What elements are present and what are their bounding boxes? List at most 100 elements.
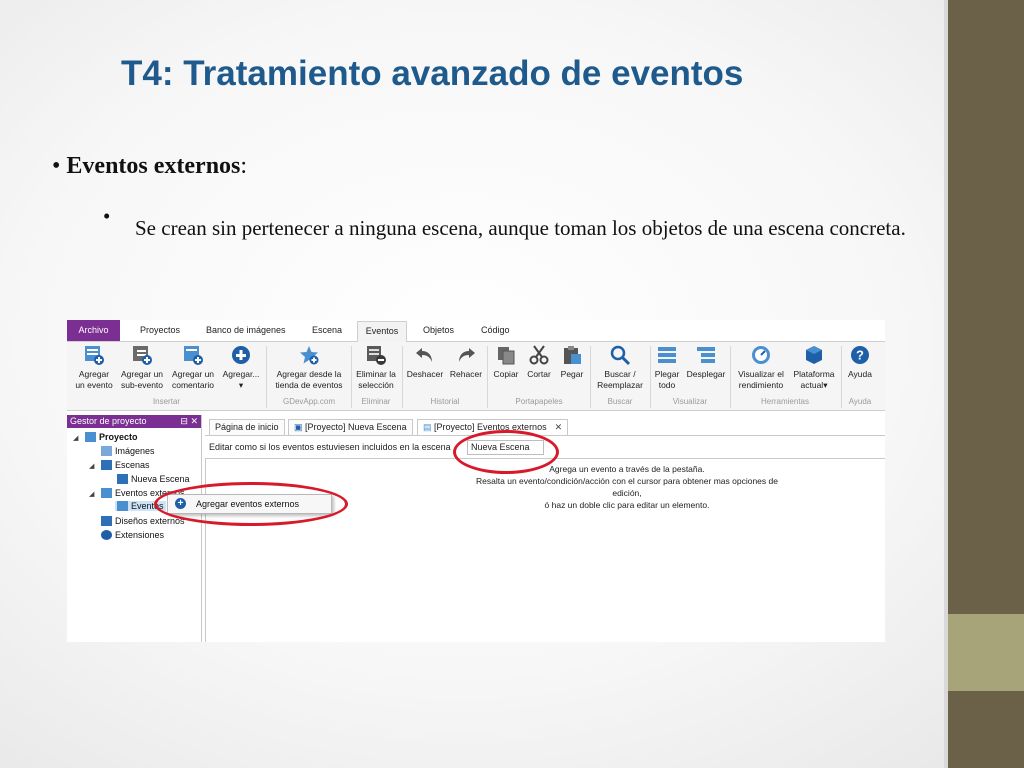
menu-proyectos[interactable]: Proyectos	[140, 325, 180, 335]
search-replace-label-2: Reemplazar	[597, 380, 643, 390]
add-comment-button[interactable]: Agregar un comentario	[168, 344, 218, 391]
gdevelop-window: Archivo Proyectos Banco de imágenes Esce…	[67, 320, 885, 642]
group-historial: Historial	[430, 397, 460, 406]
tab-nueva-escena[interactable]: ▣ [Proyecto] Nueva Escena	[288, 419, 413, 435]
performance-icon	[750, 344, 772, 366]
add-event-label: Agregar	[78, 369, 110, 379]
panel-title: Gestor de proyecto	[70, 416, 147, 426]
menu-banco-imagenes[interactable]: Banco de imágenes	[206, 325, 286, 335]
external-layouts-icon	[101, 516, 112, 526]
add-comment-icon	[182, 344, 204, 366]
group-portapapeles: Portapapeles	[515, 397, 563, 406]
menu-archivo[interactable]: Archivo	[67, 320, 120, 341]
bullet-eventos-externos: • Eventos externos:	[52, 153, 248, 179]
scene-tab-icon: ▣	[294, 422, 306, 432]
add-subevent-button[interactable]: Agregar un sub-evento	[117, 344, 167, 391]
tree-item-disenos-externos[interactable]: Diseños externos	[101, 516, 185, 526]
group-ayuda: Ayuda	[848, 397, 872, 406]
redo-label: Rehacer	[449, 369, 483, 379]
menu-codigo[interactable]: Código	[481, 325, 510, 335]
platform-icon	[803, 344, 825, 366]
tree-item-proyecto[interactable]: Proyecto	[85, 432, 138, 442]
cut-label: Cortar	[527, 369, 551, 379]
tree-label: Imágenes	[115, 446, 155, 456]
add-more-icon	[230, 344, 252, 366]
search-replace-icon	[609, 344, 631, 366]
copy-icon	[495, 344, 517, 366]
paste-button[interactable]: Pegar	[555, 344, 589, 380]
sub-bullet-dot: •	[103, 204, 111, 228]
close-icon[interactable]: ✕	[555, 422, 563, 432]
undo-button[interactable]: Deshacer	[404, 344, 446, 380]
copy-label: Copiar	[493, 369, 519, 379]
fold-all-icon	[656, 344, 678, 366]
tree-item-imagenes[interactable]: Imágenes	[101, 446, 155, 456]
redo-button[interactable]: Rehacer	[446, 344, 486, 380]
menu-bar: Archivo Proyectos Banco de imágenes Esce…	[67, 320, 885, 342]
images-icon	[101, 446, 112, 456]
paste-icon	[561, 344, 583, 366]
menu-eventos[interactable]: Eventos	[357, 321, 407, 342]
tab-pagina-inicio[interactable]: Página de inicio	[209, 419, 285, 435]
cut-button[interactable]: Cortar	[523, 344, 555, 380]
tree-item-extensiones[interactable]: Extensiones	[101, 530, 164, 540]
expand-arrow-icon[interactable]: ◢	[89, 462, 94, 470]
highlight-oval-scene	[453, 430, 559, 474]
group-gdevapp: GDevApp.com	[282, 397, 336, 406]
unfold-button[interactable]: Desplegar	[683, 344, 729, 380]
add-event-button[interactable]: Agregar un evento	[71, 344, 117, 391]
paste-label: Pegar	[560, 369, 584, 379]
event-store-label-2: tienda de eventos	[275, 380, 343, 390]
add-more-button[interactable]: Agregar... ▾	[218, 344, 264, 391]
delete-selection-button[interactable]: Eliminar la selección	[352, 344, 400, 391]
search-replace-button[interactable]: Buscar / Reemplazar	[592, 344, 648, 391]
add-comment-label-2: comentario	[171, 380, 215, 390]
tree-item-nueva-escena[interactable]: Nueva Escena	[117, 474, 190, 484]
performance-button[interactable]: Visualizar el rendimiento	[732, 344, 790, 391]
ribbon-separator	[402, 346, 403, 408]
tree-label: Nueva Escena	[131, 474, 190, 484]
events-icon	[117, 501, 128, 511]
panel-header: Gestor de proyecto ⊟ ✕	[67, 415, 201, 428]
slide-title: T4: Tratamiento avanzado de eventos	[121, 54, 744, 93]
project-manager-panel: Gestor de proyecto ⊟ ✕ ◢ Proyecto Imágen…	[67, 415, 202, 642]
help-button[interactable]: ? Ayuda	[843, 344, 877, 380]
fold-all-label: Plegar	[654, 369, 680, 379]
sub-bullet-text: Se crean sin pertenecer a ninguna escena…	[135, 216, 906, 240]
decorative-sidebar-accent	[948, 614, 1024, 691]
add-more-dropdown: ▾	[238, 380, 244, 390]
add-more-label: Agregar...	[222, 369, 260, 379]
help-label: Ayuda	[848, 369, 872, 379]
help-icon: ?	[849, 344, 871, 366]
platform-button[interactable]: Plataforma actual▾	[790, 344, 838, 391]
add-subevent-label-2: sub-evento	[120, 380, 164, 390]
fold-all-button[interactable]: Plegar todo	[651, 344, 683, 391]
unfold-label: Desplegar	[686, 369, 726, 379]
delete-selection-label-2: selección	[358, 380, 394, 390]
panel-window-buttons[interactable]: ⊟ ✕	[180, 415, 198, 428]
tree-label: Extensiones	[115, 530, 165, 540]
bullet-heading: Eventos externos	[66, 153, 241, 179]
menu-escena[interactable]: Escena	[312, 325, 342, 335]
delete-selection-label: Eliminar la	[356, 369, 396, 379]
hint-line-3: ó haz un doble clic para editar un eleme…	[544, 500, 710, 510]
highlight-oval-context	[154, 482, 348, 526]
ribbon-toolbar: Agregar un evento Agregar un sub-evento Ag…	[67, 342, 885, 411]
event-store-icon	[298, 344, 320, 366]
expand-arrow-icon[interactable]: ◢	[73, 434, 78, 442]
platform-label: Plataforma	[793, 369, 835, 379]
external-events-icon	[101, 488, 112, 498]
event-store-button[interactable]: Agregar desde la tienda de eventos	[269, 344, 349, 391]
menu-objetos[interactable]: Objetos	[423, 325, 454, 335]
ribbon-separator	[730, 346, 731, 408]
expand-arrow-icon[interactable]: ◢	[89, 490, 94, 498]
tree-item-escenas[interactable]: Escenas	[101, 460, 150, 470]
group-herramientas: Herramientas	[760, 397, 809, 406]
undo-label: Deshacer	[406, 369, 444, 379]
copy-button[interactable]: Copiar	[489, 344, 523, 380]
performance-label: Visualizar el	[738, 369, 784, 379]
group-visualizar: Visualizar	[672, 397, 708, 406]
tree-label: Escenas	[115, 460, 150, 470]
bullet-colon: :	[240, 153, 248, 179]
tab-label: [Proyecto] Nueva Escena	[305, 422, 407, 432]
